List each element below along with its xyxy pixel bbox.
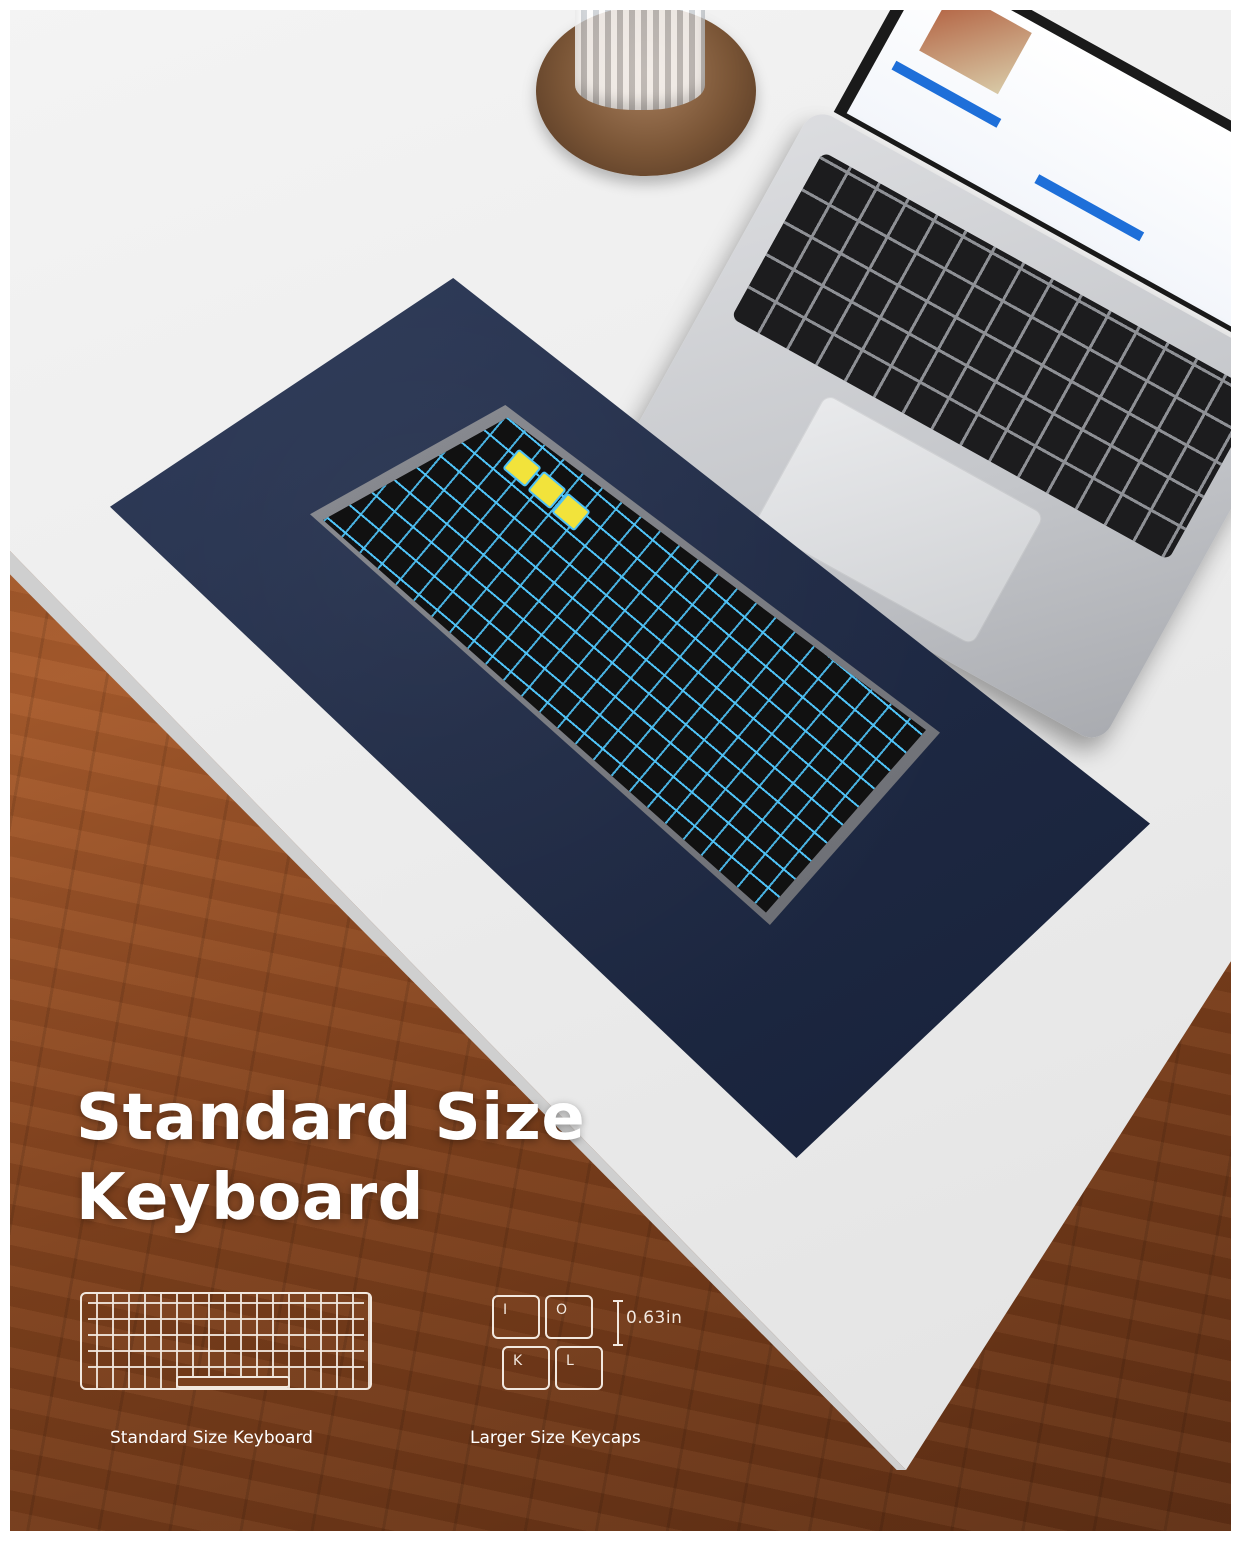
- spacebar-outline: [176, 1376, 290, 1388]
- drinking-glass: [575, 10, 705, 110]
- larger-keycaps-caption: Larger Size Keycaps: [470, 1428, 641, 1448]
- keycap-i: I: [492, 1295, 540, 1339]
- keycap-dimension: 0.63in: [626, 1308, 683, 1328]
- headline: Standard Size Keyboard: [76, 1078, 636, 1238]
- product-photo: Standard Size Keyboard I O K L 0.63in St…: [10, 10, 1231, 1531]
- keycap-k: K: [502, 1346, 550, 1390]
- standard-size-caption: Standard Size Keyboard: [110, 1428, 313, 1448]
- headline-line-1: Standard Size: [76, 1081, 586, 1155]
- dimension-bracket: [613, 1300, 623, 1346]
- keycap-o: O: [545, 1295, 593, 1339]
- headline-line-2: Keyboard: [76, 1161, 424, 1235]
- keycap-l: L: [555, 1346, 603, 1390]
